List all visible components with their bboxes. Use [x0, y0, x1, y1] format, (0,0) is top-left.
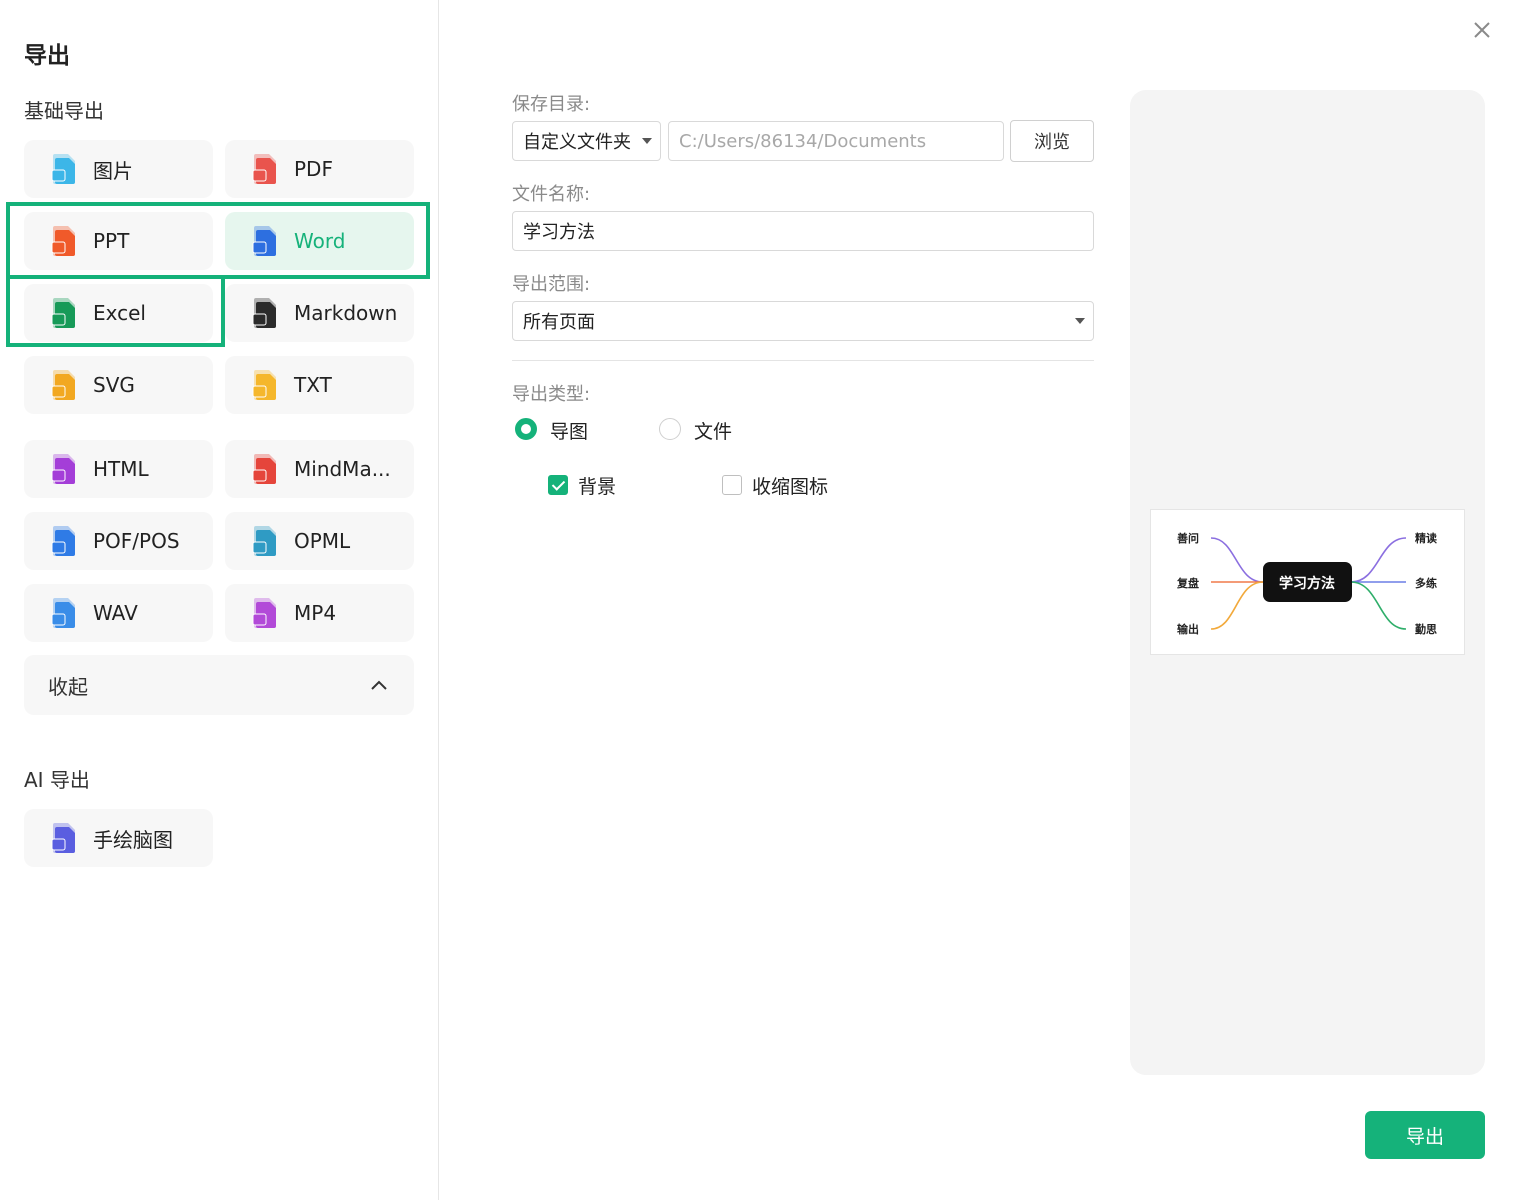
mp4-file-icon: [252, 597, 278, 629]
format-option-txt[interactable]: TXT: [225, 356, 414, 414]
format-option-label: PDF: [294, 157, 333, 181]
html-file-icon: [51, 453, 77, 485]
format-option-label: WAV: [93, 601, 138, 625]
format-option-label: PPT: [93, 229, 130, 253]
format-option-pof-pos[interactable]: POF/POS: [24, 512, 213, 570]
range-select[interactable]: 所有页面: [512, 301, 1094, 341]
export-sidebar: 导出 基础导出 图片 PDF PPT Word Excel Markdown SVG TXT H…: [0, 0, 439, 1200]
format-option-label: Markdown: [294, 301, 398, 325]
hand-drawn-file-icon: [51, 822, 77, 854]
format-option-label: Excel: [93, 301, 146, 325]
browse-button[interactable]: 浏览: [1010, 120, 1094, 162]
divider: [512, 360, 1094, 361]
node-right-2: 多练: [1415, 576, 1437, 590]
checkbox-background-label: 背景: [578, 476, 617, 498]
txt-file-icon: [252, 369, 278, 401]
radio-file-label: 文件: [694, 421, 733, 443]
range-select-value: 所有页面: [523, 312, 595, 333]
format-option-label: POF/POS: [93, 529, 180, 553]
radio-file[interactable]: [659, 418, 681, 440]
pof-file-icon: [51, 525, 77, 557]
node-left-2: 复盘: [1176, 576, 1199, 590]
file-name-label: 文件名称:: [512, 184, 591, 205]
format-option-html[interactable]: HTML: [24, 440, 213, 498]
type-label: 导出类型:: [512, 384, 591, 405]
export-button[interactable]: 导出: [1365, 1111, 1485, 1159]
path-input[interactable]: [668, 121, 1004, 161]
folder-select[interactable]: 自定义文件夹: [512, 121, 661, 161]
folder-select-value: 自定义文件夹: [523, 132, 631, 153]
format-option-mindma[interactable]: MindMa...: [225, 440, 414, 498]
wav-file-icon: [51, 597, 77, 629]
svg-file-icon: [51, 369, 77, 401]
node-left-3: 输出: [1177, 622, 1199, 636]
format-option-label: TXT: [294, 373, 332, 397]
format-option-label: HTML: [93, 457, 149, 481]
format-option-label: SVG: [93, 373, 135, 397]
dialog-title: 导出: [24, 43, 70, 69]
node-left-1: 善问: [1177, 531, 1199, 545]
radio-mindmap-label: 导图: [550, 421, 589, 443]
collapse-button[interactable]: 收起: [24, 655, 414, 715]
pdf-file-icon: [252, 153, 278, 185]
format-option-markdown[interactable]: Markdown: [225, 284, 414, 342]
caret-down-icon: [642, 138, 652, 144]
format-option-excel[interactable]: Excel: [24, 284, 213, 342]
format-option-pdf[interactable]: PDF: [225, 140, 414, 198]
word-file-icon: [252, 225, 278, 257]
excel-file-icon: [51, 297, 77, 329]
checkbox-collapse-icons-label: 收缩图标: [752, 476, 829, 498]
format-option-label: MindMa...: [294, 457, 391, 481]
node-right-3: 勤思: [1415, 622, 1437, 636]
checkbox-background[interactable]: [548, 475, 568, 495]
save-dir-label: 保存目录:: [512, 94, 591, 115]
format-option-label: OPML: [294, 529, 351, 553]
mindmanager-file-icon: [252, 453, 278, 485]
basic-export-title: 基础导出: [24, 99, 104, 123]
opml-file-icon: [252, 525, 278, 557]
close-icon[interactable]: [1470, 18, 1494, 42]
radio-mindmap[interactable]: [515, 418, 537, 440]
caret-down-icon: [1075, 318, 1085, 324]
format-option-svg[interactable]: SVG: [24, 356, 213, 414]
markdown-file-icon: [252, 297, 278, 329]
image-file-icon: [51, 153, 77, 185]
node-right-1: 精读: [1415, 531, 1437, 545]
format-option-[interactable]: 图片: [24, 140, 213, 198]
format-option-word[interactable]: Word: [225, 212, 414, 270]
format-option-opml[interactable]: OPML: [225, 512, 414, 570]
center-topic: 学习方法: [1279, 575, 1335, 592]
format-option-wav[interactable]: WAV: [24, 584, 213, 642]
range-label: 导出范围:: [512, 274, 591, 295]
format-option-label: MP4: [294, 601, 337, 625]
format-option-label: Word: [294, 229, 346, 253]
mindmap-preview: 学习方法 善问 复盘 输出 精读 多练 勤思: [1150, 509, 1465, 655]
format-option-label: 手绘脑图: [93, 827, 173, 852]
ai-export-title: AI 导出: [24, 768, 90, 792]
chevron-up-icon: [370, 676, 388, 695]
format-option-ppt[interactable]: PPT: [24, 212, 213, 270]
checkbox-collapse-icons[interactable]: [722, 475, 742, 495]
format-option-label: 图片: [93, 158, 133, 183]
collapse-label: 收起: [48, 674, 88, 699]
format-option-mp4[interactable]: MP4: [225, 584, 414, 642]
file-name-input[interactable]: [512, 211, 1094, 251]
ppt-file-icon: [51, 225, 77, 257]
format-option-[interactable]: 手绘脑图: [24, 809, 213, 867]
